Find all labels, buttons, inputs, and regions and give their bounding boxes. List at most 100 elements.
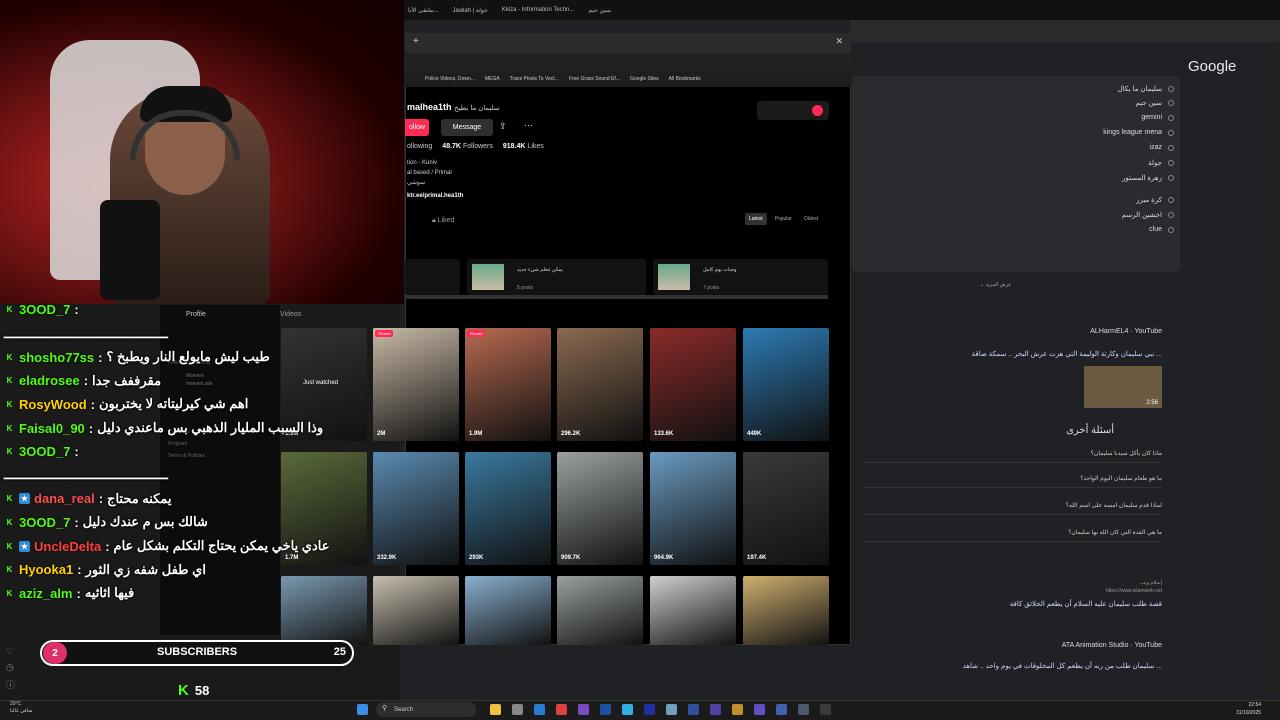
system-clock[interactable]: 22:54 31/10/2025 (1236, 701, 1261, 717)
show-more-link[interactable]: ⌄ عرض المزيد (980, 282, 1011, 288)
tab[interactable]: Jawlah | جولة (452, 7, 487, 14)
tab[interactable]: ملتقى الأنا... (408, 7, 438, 14)
video-thumbnail[interactable] (743, 576, 829, 645)
result-title[interactable]: نبي سليمان وكارثة الوليمة التي هزت عرش ا… (972, 350, 1162, 358)
chat-username[interactable]: dana_real (34, 491, 95, 506)
close-icon[interactable]: ✕ (835, 36, 843, 47)
suggestion-item[interactable]: كرة ميزر (1136, 196, 1174, 204)
follow-button[interactable]: ollow (405, 119, 429, 136)
chat-username[interactable]: eladrosee (19, 373, 80, 388)
video-thumbnail[interactable]: 293K (465, 452, 551, 565)
app-icon[interactable] (710, 704, 721, 715)
playlist-card[interactable] (405, 259, 460, 295)
more-icon[interactable]: ⋯ (524, 120, 533, 131)
bio-line: سوشي (407, 180, 426, 186)
history-icon (1168, 212, 1174, 218)
sort-oldest[interactable]: Oldest (800, 213, 822, 225)
app-icon[interactable] (798, 704, 809, 715)
suggestion-item[interactable]: سين جيم (1136, 99, 1174, 107)
playlist-card[interactable]: وجبات يوم كامل 7 posts (653, 259, 828, 295)
tab[interactable]: Kkiza - Information Techn... (502, 7, 575, 13)
bookmark[interactable]: Free Grass Sound Ef... (569, 76, 620, 82)
suggestion-item[interactable]: سليمان ما يكال (1118, 85, 1174, 93)
app-icon[interactable] (666, 704, 677, 715)
video-thumbnail[interactable] (465, 576, 551, 645)
start-icon[interactable] (357, 704, 368, 715)
following-stat[interactable]: ollowing (407, 143, 432, 150)
suggestion-item[interactable]: اخشين الرسم (1122, 211, 1174, 219)
taskbar-search[interactable]: ⚲ Search (376, 702, 476, 717)
video-thumbnail[interactable] (650, 576, 736, 645)
bookmark[interactable]: All Bookmarks (669, 76, 701, 82)
chat-username[interactable]: Hyooka1 (19, 562, 73, 577)
video-thumbnail[interactable]: 2:56 (1084, 366, 1162, 408)
playlist-scrollbar[interactable] (405, 295, 828, 299)
video-thumbnail[interactable]: 449K (743, 328, 829, 441)
app-icon[interactable] (578, 704, 589, 715)
result-title[interactable]: قصة طلب سليمان عليه السلام أن يطعم الخلا… (1010, 600, 1162, 608)
followers-stat[interactable]: 48.7K Followers (442, 143, 493, 150)
bookmark[interactable]: Trace Pixels To Vect... (510, 76, 559, 82)
premiere-icon[interactable] (754, 704, 765, 715)
new-tab-icon[interactable]: + (413, 36, 419, 47)
playlist-card[interactable]: يمكن تتعلم شيء جديد 5 posts (467, 259, 646, 295)
video-thumbnail[interactable]: Pinned 2M (373, 328, 459, 441)
paa-question[interactable]: ماذا كان يأكل سيدنا سليمان؟ (862, 450, 1162, 463)
tab[interactable]: سين جيم (588, 7, 611, 14)
file-explorer-icon[interactable] (490, 704, 501, 715)
sort-popular[interactable]: Popular (771, 213, 796, 225)
brave-icon[interactable] (556, 704, 567, 715)
bookmark[interactable]: MEGA (485, 76, 500, 82)
chat-username[interactable]: 3OOD_7 (19, 444, 70, 459)
paa-question[interactable]: لماذا قدم سليمان امسه على اسم الله؟ (862, 502, 1162, 515)
audition-icon[interactable] (776, 704, 787, 715)
chat-username[interactable]: UncleDelta (34, 539, 101, 554)
history-icon (1168, 100, 1174, 106)
video-thumbnail[interactable]: 332.9K (373, 452, 459, 565)
chat-username[interactable]: RosyWood (19, 397, 87, 412)
video-thumbnail[interactable]: 296.2K (557, 328, 643, 441)
bio-link[interactable]: ktr.ee/primal.hea1th (407, 193, 463, 199)
chat-username[interactable]: shosho77ss (19, 350, 94, 365)
video-thumbnail[interactable]: 197.4K (743, 452, 829, 565)
chat-username[interactable]: aziz_alm (19, 586, 72, 601)
app-icon[interactable] (622, 704, 633, 715)
suggestion-item[interactable]: gemini (1141, 114, 1174, 121)
tab-liked[interactable]: 🔒︎ Liked (432, 217, 454, 225)
chat-username[interactable]: 3OOD_7 (19, 515, 70, 530)
photoshop-icon[interactable] (600, 704, 611, 715)
app-icon[interactable] (512, 704, 523, 715)
chat-text: ــــــــــــــــــــــــــــــــــــــــ… (4, 325, 168, 341)
suggestion-item[interactable]: kings league mena (1103, 129, 1174, 136)
video-thumbnail[interactable]: 133.6K (650, 328, 736, 441)
suggestion-item[interactable]: جولة (1148, 159, 1174, 167)
message-button[interactable]: Message (441, 119, 493, 136)
app-icon[interactable] (820, 704, 831, 715)
app-icon[interactable] (688, 704, 699, 715)
bookmark[interactable]: Google Sites (630, 76, 659, 82)
video-thumbnail[interactable]: 964.9K (650, 452, 736, 565)
after-effects-icon[interactable] (644, 704, 655, 715)
paa-question[interactable]: ما هي القدة التي كان الله بها سليمان؟ (862, 529, 1162, 542)
vscode-icon[interactable] (534, 704, 545, 715)
result-title[interactable]: سليمان طلب من ربه أن يطعم كل المخلوقات ف… (963, 662, 1162, 670)
result-url[interactable]: https://www.islamweb.net (1106, 588, 1162, 594)
app-icon[interactable] (732, 704, 743, 715)
paa-question[interactable]: ما هو طعام سليمان اليوم الواحد؟ (862, 475, 1162, 488)
avatar[interactable] (812, 105, 823, 116)
share-icon[interactable]: ⇪ (499, 121, 507, 132)
sort-latest[interactable]: Latest (745, 213, 767, 225)
bookmark[interactable]: Police Videos, Down... (425, 76, 475, 82)
suggestion-item[interactable]: زهرة المستور (1122, 174, 1174, 182)
video-thumbnail[interactable]: 909.7K (557, 452, 643, 565)
weather-widget[interactable]: 20°C صافي غالبا (10, 701, 32, 715)
video-thumbnail[interactable]: Pinned 1.9M (465, 328, 551, 441)
chat-username[interactable]: 3OOD_7 (19, 302, 70, 317)
address-bar[interactable] (405, 53, 851, 71)
scrollbar[interactable] (1270, 42, 1280, 692)
suggestion-item[interactable]: clue (1149, 226, 1174, 233)
video-thumbnail[interactable] (557, 576, 643, 645)
suggestion-item[interactable]: izaz (1150, 144, 1174, 151)
chat-username[interactable]: Faisal0_90 (19, 421, 85, 436)
video-thumbnail[interactable] (373, 576, 459, 645)
